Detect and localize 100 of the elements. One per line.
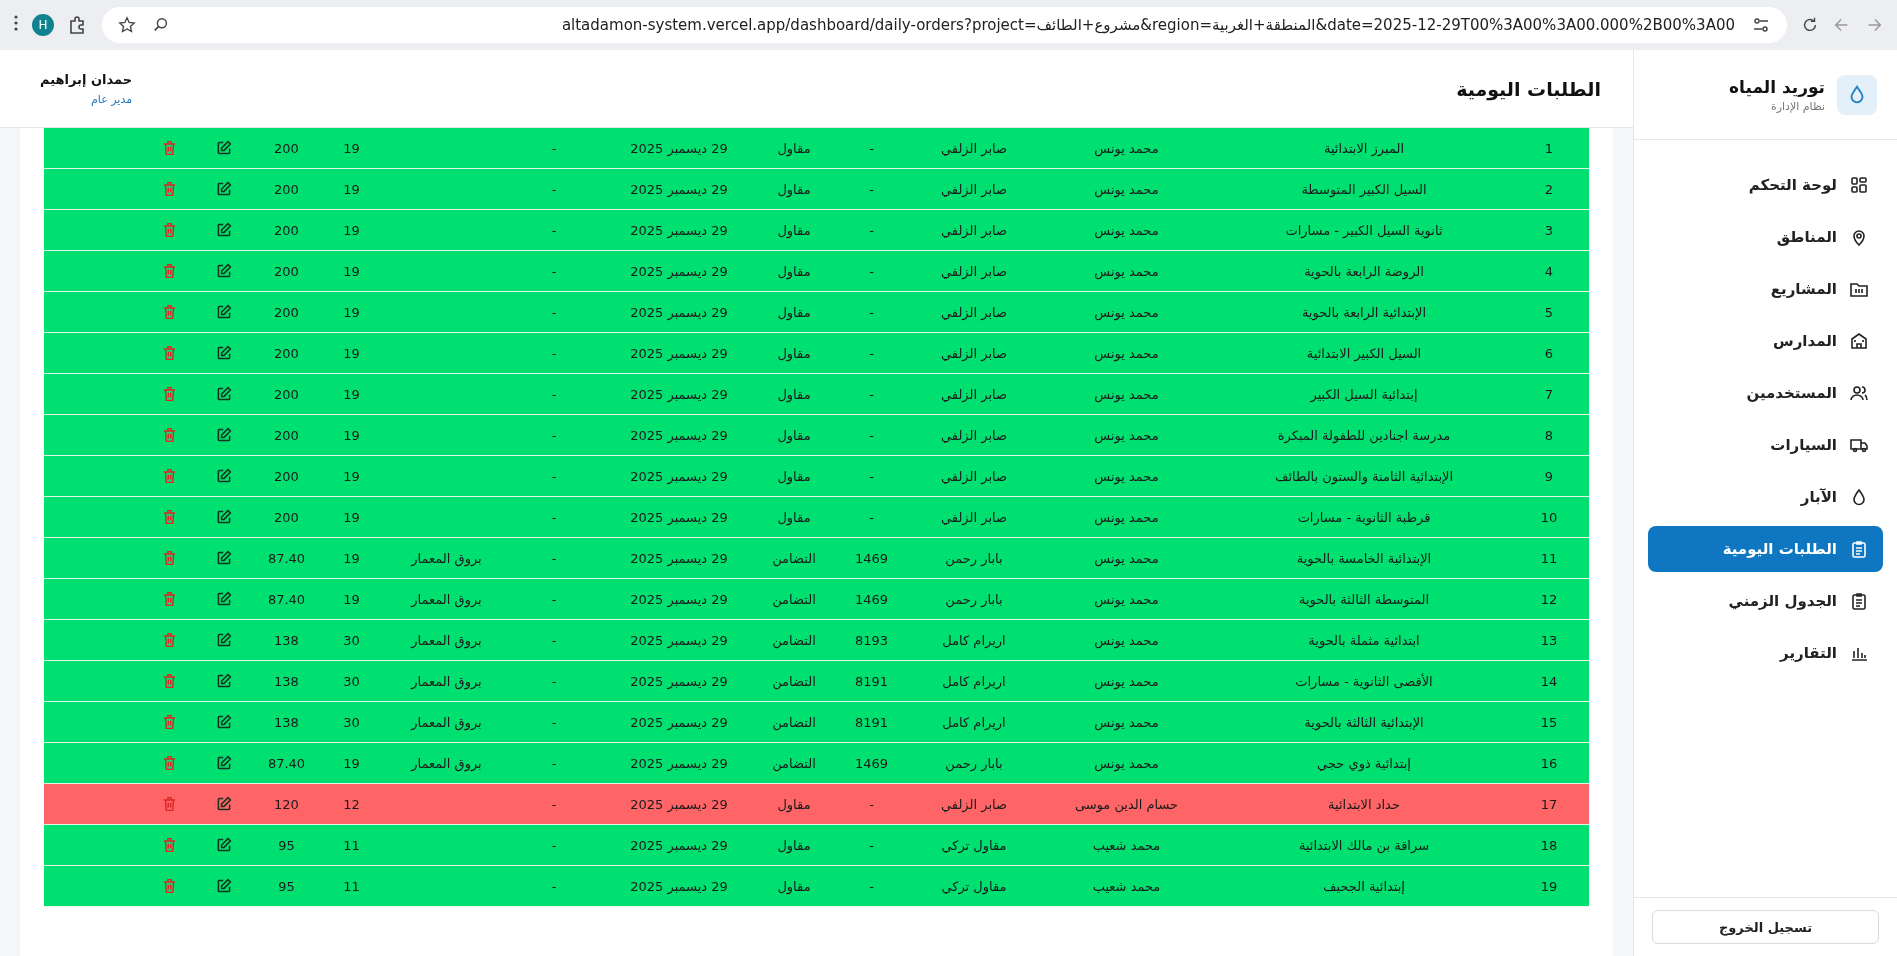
- school-name: الإبتدائية الخامسة بالحوية: [1296, 550, 1432, 566]
- car-number: 1469: [854, 550, 889, 566]
- sidebar-item[interactable]: الجدول الزمني: [1648, 578, 1883, 624]
- quantity-value: 19: [343, 222, 360, 238]
- quantity-value: 19: [343, 263, 360, 279]
- page-title: الطلبات اليومية: [1456, 77, 1601, 100]
- quantity-value: 11: [343, 837, 360, 853]
- car-number: 1469: [854, 591, 889, 607]
- quantity-value: 30: [343, 632, 360, 648]
- supervisor-name: محمد شعيب: [1092, 837, 1161, 853]
- row-number: 15: [1540, 714, 1558, 730]
- supervisor-name: محمد شعيب: [1092, 878, 1161, 894]
- table-cell: -: [551, 632, 557, 648]
- amount-value: 138: [274, 632, 299, 648]
- car-number: 1469: [854, 755, 889, 771]
- supervisor-name: محمد يونس: [1094, 345, 1159, 361]
- reload-icon[interactable]: [1801, 16, 1819, 34]
- amount-value: 87.40: [267, 591, 306, 607]
- logout-button[interactable]: تسجيل الخروج: [1652, 910, 1879, 944]
- school-name: قرطبة الثانوية - مسارات: [1297, 509, 1431, 525]
- car-number: -: [869, 181, 874, 197]
- quantity-value: 30: [343, 673, 360, 689]
- order-date: 29 ديسمبر 2025: [630, 345, 728, 361]
- supervisor-name: محمد يونس: [1094, 714, 1159, 730]
- contractor-type: التضامن: [772, 755, 816, 771]
- row-number: 6: [1544, 345, 1554, 361]
- school-name: الإبتدائية الرابعة بالحوية: [1301, 304, 1427, 320]
- sidebar-item[interactable]: السيارات: [1648, 422, 1883, 468]
- row-number: 4: [1544, 263, 1554, 279]
- table-cell: -: [551, 796, 557, 812]
- row-number: 14: [1540, 673, 1558, 689]
- company-name: بروق المعمار: [411, 550, 482, 566]
- table-cell: -: [551, 263, 557, 279]
- quantity-value: 12: [343, 796, 360, 812]
- contractor-type: مقاول: [777, 837, 811, 853]
- contractor-type: مقاول: [777, 468, 811, 484]
- address-bar[interactable]: altadamon-system.vercel.app/dashboard/daily-orders?project=مشروع+الطائف&region=المنطقة+الغربية&date=2025-12-29T00%3A00%3A00.000%2B00%3A00: [102, 7, 1787, 43]
- amount-value: 138: [274, 673, 299, 689]
- quantity-value: 19: [343, 345, 360, 361]
- amount-value: 87.40: [267, 550, 306, 566]
- user-role: مدير عام: [90, 92, 133, 106]
- car-number: -: [869, 140, 874, 156]
- order-date: 29 ديسمبر 2025: [630, 222, 728, 238]
- contractor-type: التضامن: [772, 550, 816, 566]
- company-name: بروق المعمار: [411, 591, 482, 607]
- table-cell: -: [551, 140, 557, 156]
- url-text: altadamon-system.vercel.app/dashboard/daily-orders?project=مشروع+الطائف&region=المنطقة+الغربية&date=2025-12-29T00%3A00%3A00.000%2B00%3A00: [560, 16, 1735, 34]
- sidebar-item[interactable]: المناطق: [1648, 214, 1883, 260]
- sidebar-item[interactable]: المشاريع: [1648, 266, 1883, 312]
- driver-name: صابر الزلفي: [940, 509, 1007, 525]
- driver-name: مقاول تركي: [941, 837, 1007, 853]
- row-number: 19: [1540, 878, 1558, 894]
- row-number: 3: [1544, 222, 1554, 238]
- table-cell: -: [551, 386, 557, 402]
- contractor-type: مقاول: [777, 263, 811, 279]
- order-date: 29 ديسمبر 2025: [630, 140, 728, 156]
- order-date: 29 ديسمبر 2025: [630, 714, 728, 730]
- sidebar-item[interactable]: التقارير: [1648, 630, 1883, 676]
- school-name: الأقصى الثانوية - مسارات: [1295, 673, 1433, 689]
- row-number: 2: [1544, 181, 1554, 197]
- sidebar-item[interactable]: المستخدمين: [1648, 370, 1883, 416]
- car-number: -: [869, 878, 874, 894]
- contractor-type: التضامن: [772, 632, 816, 648]
- driver-name: صابر الزلفي: [940, 222, 1007, 238]
- zoom-icon: [152, 16, 170, 34]
- sidebar-item[interactable]: لوحة التحكم: [1648, 162, 1883, 208]
- supervisor-name: محمد يونس: [1094, 468, 1159, 484]
- order-date: 29 ديسمبر 2025: [630, 263, 728, 279]
- sidebar-item[interactable]: الطلبات اليومية: [1648, 526, 1883, 572]
- school-name: الإبتدائية الثالثة بالحوية: [1304, 714, 1424, 730]
- order-date: 29 ديسمبر 2025: [630, 878, 728, 894]
- amount-value: 138: [274, 714, 299, 730]
- user-name: حمدان إبراهيم: [40, 71, 133, 87]
- sidebar-item[interactable]: المدارس: [1648, 318, 1883, 364]
- quantity-value: 11: [343, 878, 360, 894]
- car-number: -: [869, 304, 874, 320]
- contractor-type: مقاول: [777, 427, 811, 443]
- table-cell: -: [551, 468, 557, 484]
- company-name: بروق المعمار: [411, 673, 482, 689]
- supervisor-name: حسام الدين موسى: [1074, 796, 1179, 812]
- school-name: إبتدائية ذوي حجي: [1317, 755, 1411, 771]
- school-name: السيل الكبير المتوسطة: [1301, 181, 1427, 197]
- school-name: الإبتدائية الثامنة والستون بالطائف: [1274, 468, 1454, 484]
- contractor-type: مقاول: [777, 386, 811, 402]
- order-date: 29 ديسمبر 2025: [630, 427, 728, 443]
- supervisor-name: محمد يونس: [1094, 427, 1159, 443]
- school-name: إبتدائية الجحيف: [1323, 878, 1405, 894]
- app-name: توريد المياه: [1729, 76, 1825, 97]
- row-number: 13: [1540, 632, 1558, 648]
- order-date: 29 ديسمبر 2025: [630, 755, 728, 771]
- order-date: 29 ديسمبر 2025: [630, 632, 728, 648]
- row-number: 10: [1540, 509, 1558, 525]
- sidebar-item[interactable]: الآبار: [1648, 474, 1883, 520]
- company-name: بروق المعمار: [411, 755, 482, 771]
- supervisor-name: محمد يونس: [1094, 509, 1159, 525]
- profile-avatar[interactable]: H: [32, 14, 54, 36]
- driver-name: مقاول تركي: [941, 878, 1007, 894]
- quantity-value: 19: [343, 140, 360, 156]
- car-number: -: [869, 837, 874, 853]
- car-number: 8191: [854, 673, 889, 689]
